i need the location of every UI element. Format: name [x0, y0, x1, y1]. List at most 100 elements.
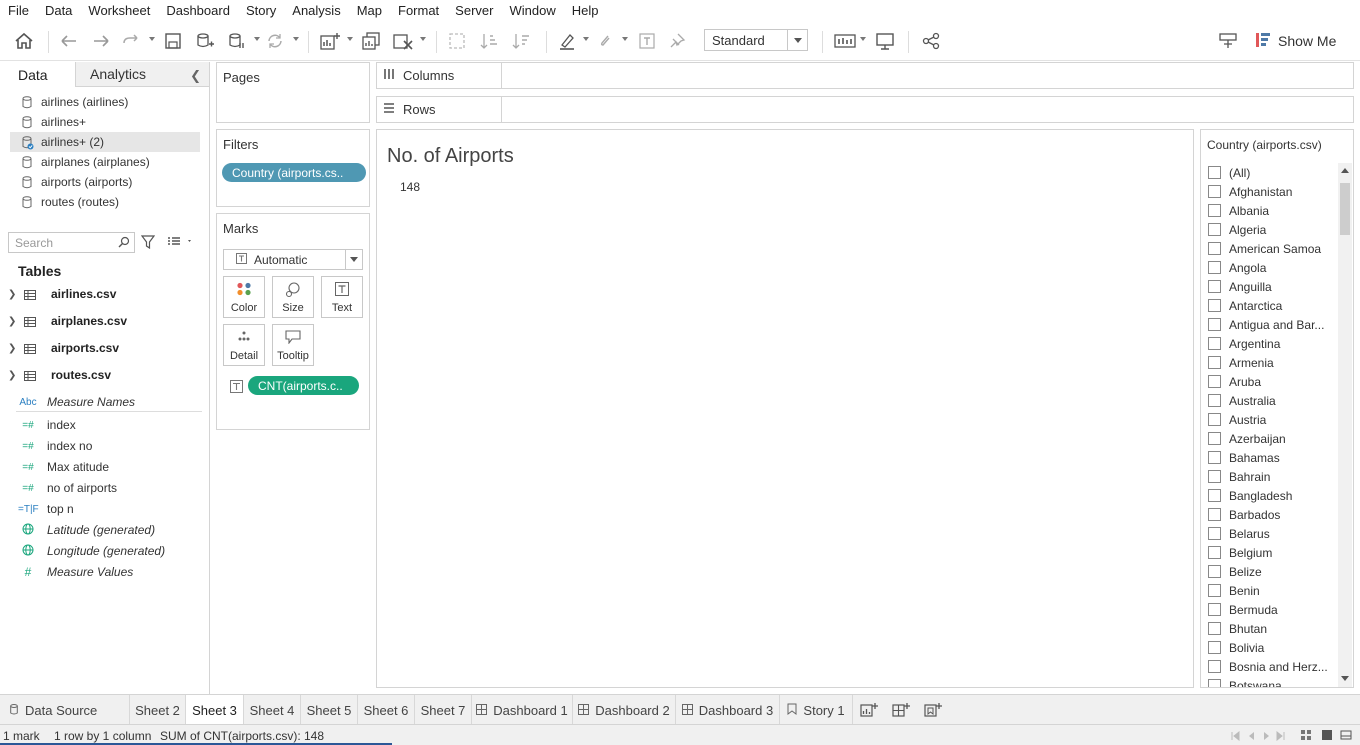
marks-size-button[interactable]: Size [272, 276, 314, 318]
checkbox[interactable] [1208, 223, 1221, 236]
checkbox[interactable] [1208, 565, 1221, 578]
tab-analytics[interactable]: Analytics ❮ [76, 62, 209, 86]
field-no-of-airports[interactable]: =# no of airports [18, 478, 117, 498]
filter-item[interactable]: Argentina [1208, 334, 1338, 353]
new-worksheet-tab-icon[interactable] [860, 702, 878, 721]
filter-item[interactable]: Bosnia and Herz... [1208, 657, 1338, 676]
menu-data[interactable]: Data [45, 3, 72, 18]
checkbox[interactable] [1208, 432, 1221, 445]
menu-file[interactable]: File [8, 3, 29, 18]
menu-analysis[interactable]: Analysis [292, 3, 340, 18]
tab-sheet-4[interactable]: Sheet 4 [244, 695, 301, 725]
filter-item[interactable]: Azerbaijan [1208, 429, 1338, 448]
filter-item[interactable]: Angola [1208, 258, 1338, 277]
tab-dashboard-2[interactable]: Dashboard 2 [573, 695, 676, 725]
filter-item[interactable]: Bolivia [1208, 638, 1338, 657]
last-sheet-icon[interactable] [1276, 730, 1286, 744]
filter-item[interactable]: Belize [1208, 562, 1338, 581]
datasource-item[interactable]: airplanes (airplanes) [10, 152, 200, 172]
menu-map[interactable]: Map [357, 3, 382, 18]
filter-pill-country[interactable]: Country (airports.cs.. [222, 163, 366, 182]
pause-updates-icon[interactable] [226, 29, 248, 53]
menu-dashboard[interactable]: Dashboard [166, 3, 230, 18]
filter-item[interactable]: Bermuda [1208, 600, 1338, 619]
checkbox[interactable] [1208, 489, 1221, 502]
tab-sheet-7[interactable]: Sheet 7 [415, 695, 472, 725]
new-story-tab-icon[interactable] [924, 702, 942, 721]
replay-dropdown-icon[interactable] [149, 37, 155, 41]
new-datasource-icon[interactable] [194, 29, 216, 53]
checkbox[interactable] [1208, 299, 1221, 312]
swap-rows-columns-icon[interactable] [446, 29, 468, 53]
rows-shelf[interactable]: Rows [376, 96, 1354, 123]
new-worksheet-dropdown-icon[interactable] [347, 37, 353, 41]
undo-icon[interactable] [58, 29, 80, 53]
marks-detail-button[interactable]: Detail [223, 324, 265, 366]
filter-item[interactable]: Bahrain [1208, 467, 1338, 486]
clear-sheet-icon[interactable] [392, 29, 414, 53]
filter-item[interactable]: American Samoa [1208, 239, 1338, 258]
filter-item[interactable]: Anguilla [1208, 277, 1338, 296]
checkbox[interactable] [1208, 413, 1221, 426]
menu-story[interactable]: Story [246, 3, 276, 18]
duplicate-icon[interactable] [360, 29, 382, 53]
expand-chevron-icon[interactable]: ❯ [8, 343, 18, 354]
scrollbar-thumb[interactable] [1340, 183, 1350, 235]
tab-data-source[interactable]: Data Source [0, 695, 130, 725]
checkbox[interactable] [1208, 603, 1221, 616]
checkbox[interactable] [1208, 318, 1221, 331]
filter-item[interactable]: Barbados [1208, 505, 1338, 524]
filter-item[interactable]: Austria [1208, 410, 1338, 429]
tab-dashboard-3[interactable]: Dashboard 3 [676, 695, 780, 725]
filter-item[interactable]: Aruba [1208, 372, 1338, 391]
menu-worksheet[interactable]: Worksheet [88, 3, 150, 18]
show-filmstrip-icon[interactable] [1321, 729, 1333, 744]
tab-sheet-5[interactable]: Sheet 5 [301, 695, 358, 725]
fix-axes-icon[interactable] [666, 29, 688, 53]
datasource-dropdown-icon[interactable] [254, 37, 260, 41]
scroll-up-icon[interactable] [1341, 168, 1349, 173]
highlight-icon[interactable] [556, 29, 578, 53]
filter-item[interactable]: Bhutan [1208, 619, 1338, 638]
checkbox[interactable] [1208, 546, 1221, 559]
table-item-airlines[interactable]: ❯ airlines.csv [8, 284, 116, 304]
measure-pill-cnt-airports[interactable]: CNT(airports.c.. [248, 376, 359, 395]
checkbox[interactable] [1208, 394, 1221, 407]
filters-card[interactable]: Filters Country (airports.cs.. [216, 129, 370, 207]
checkbox[interactable] [1208, 166, 1221, 179]
datasource-item[interactable]: airlines+ [10, 112, 200, 132]
field-search-input[interactable]: Search [8, 232, 135, 253]
presentation-mode-icon[interactable] [874, 29, 896, 53]
first-sheet-icon[interactable] [1230, 730, 1240, 744]
checkbox[interactable] [1208, 261, 1221, 274]
replay-icon[interactable] [120, 29, 142, 53]
home-icon[interactable] [12, 29, 36, 53]
filter-item[interactable]: Australia [1208, 391, 1338, 410]
table-item-routes[interactable]: ❯ routes.csv [8, 365, 111, 385]
menu-window[interactable]: Window [509, 3, 555, 18]
new-dashboard-tab-icon[interactable] [892, 702, 910, 721]
checkbox[interactable] [1208, 641, 1221, 654]
checkbox[interactable] [1208, 527, 1221, 540]
checkbox[interactable] [1208, 660, 1221, 673]
collapse-pane-icon[interactable]: ❮ [190, 68, 201, 84]
filter-item[interactable]: Algeria [1208, 220, 1338, 239]
prev-sheet-icon[interactable] [1246, 730, 1256, 744]
marks-text-button[interactable]: Text [321, 276, 363, 318]
checkbox[interactable] [1208, 356, 1221, 369]
redo-icon[interactable] [90, 29, 112, 53]
filter-item[interactable]: Afghanistan [1208, 182, 1338, 201]
datasource-item[interactable]: routes (routes) [10, 192, 200, 212]
show-mark-labels-icon[interactable] [636, 29, 658, 53]
tab-sheet-2[interactable]: Sheet 2 [130, 695, 186, 725]
checkbox[interactable] [1208, 280, 1221, 293]
filter-scrollbar[interactable] [1338, 163, 1352, 687]
sort-descending-icon[interactable] [510, 29, 532, 53]
refresh-icon[interactable] [264, 29, 286, 53]
checkbox[interactable] [1208, 508, 1221, 521]
checkbox[interactable] [1208, 337, 1221, 350]
view-options-icon[interactable] [167, 236, 193, 251]
tooltip-pin-icon[interactable] [1216, 29, 1240, 53]
save-icon[interactable] [162, 29, 184, 53]
mark-type-select[interactable]: Automatic [223, 249, 363, 270]
